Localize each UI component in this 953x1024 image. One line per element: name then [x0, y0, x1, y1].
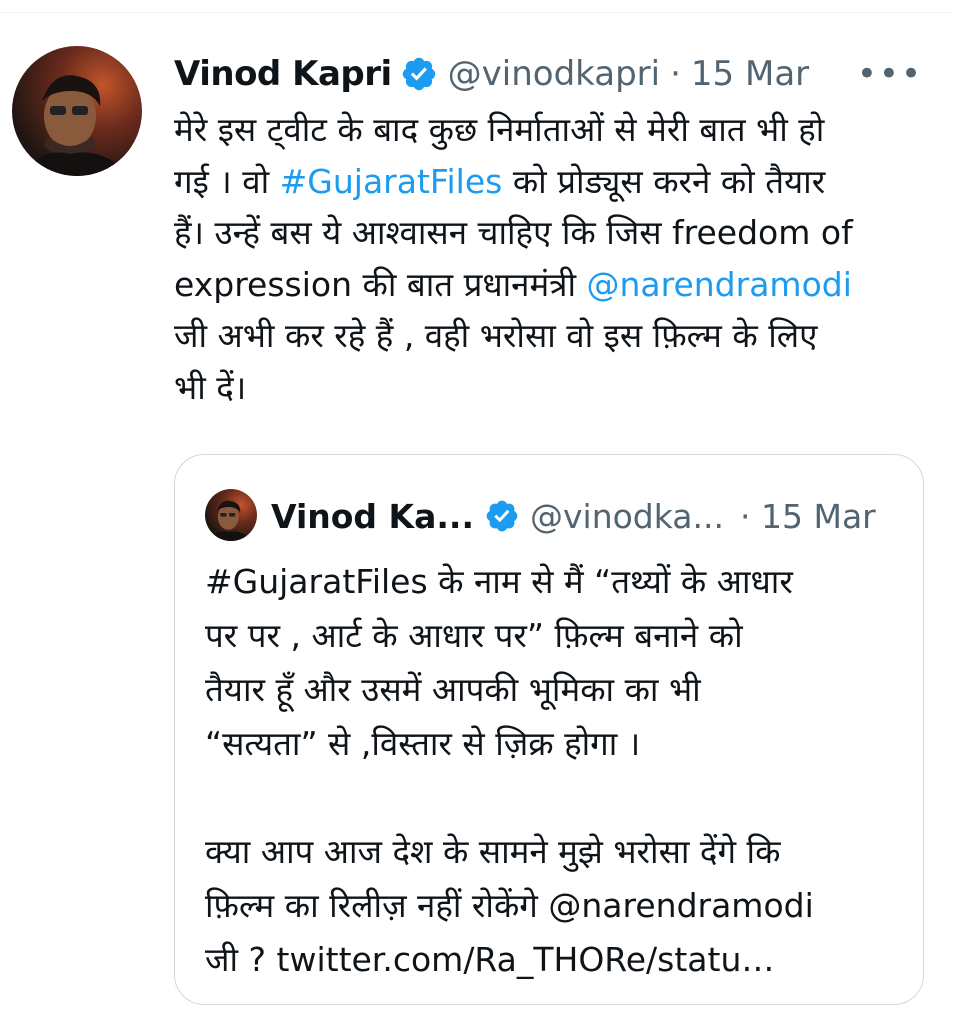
tweet-text-segment: गई । वो — [174, 161, 280, 201]
quoted-author-name[interactable]: Vinod Ka... — [271, 497, 474, 536]
quoted-tweet-text: #GujaratFiles के नाम से मैं “तथ्यों के आ… — [205, 555, 905, 987]
quoted-line: फ़िल्म का रिलीज़ नहीं रोकेंगे @narendram… — [205, 886, 814, 925]
tweet-text-segment: को प्रोड्यूस करने को तैयार — [502, 161, 826, 201]
tweet-line: जी अभी कर रहे हैं , वही भरोसा वो इस फ़िल… — [174, 310, 934, 362]
header-separator: · — [739, 496, 751, 536]
quoted-line: “सत्यता” से ,विस्तार से ज़िक्र होगा । — [205, 724, 641, 763]
tweet-text: मेरे इस ट्वीट के बाद कुछ निर्माताओं से म… — [174, 104, 934, 413]
tweet-line: भी दें। — [174, 362, 934, 414]
quoted-line: क्या आप आज देश के सामने मुझे भरोसा देंगे… — [205, 832, 781, 871]
top-divider — [0, 0, 953, 13]
quoted-tweet-header: Vinod Ka... @vinodka... · 15 Mar — [271, 491, 876, 541]
tweet-line: गई । वो #GujaratFiles को प्रोड्यूस करने … — [174, 156, 934, 208]
author-avatar[interactable] — [12, 46, 142, 176]
tweet-text-segment: मेरे इस ट्वीट के बाद कुछ निर्माताओं से म… — [174, 110, 825, 149]
quoted-line: तैयार हूँ और उसमें आपकी भूमिका का भी — [205, 670, 701, 709]
quoted-line: जी ? twitter.com/Ra_THORe/statu… — [205, 940, 775, 979]
verified-badge-icon — [484, 498, 520, 534]
quoted-line: #GujaratFiles के नाम से मैं “तथ्यों के आ… — [205, 562, 793, 601]
quoted-line: पर पर , आर्ट के आधार पर” फ़िल्म बनाने को — [205, 616, 743, 655]
tweet-text-segment: हैं। उन्हें बस ये आश्वासन चाहिए कि जिस f… — [174, 213, 853, 252]
tweet-line: expression की बात प्रधानमंत्री @narendra… — [174, 259, 934, 311]
tweet-header: Vinod Kapri @vinodkapri · 15 Mar ••• — [174, 50, 953, 98]
verified-badge-icon — [400, 55, 438, 93]
tweet-line: हैं। उन्हें बस ये आश्वासन चाहिए कि जिस f… — [174, 207, 934, 259]
avatar-image — [22, 75, 132, 176]
mention-link[interactable]: @narendramodi — [586, 265, 851, 304]
tweet-line: मेरे इस ट्वीट के बाद कुछ निर्माताओं से म… — [174, 104, 934, 156]
tweet-date[interactable]: 15 Mar — [691, 54, 809, 94]
quoted-date-text: 15 Mar — [760, 496, 876, 536]
author-name[interactable]: Vinod Kapri — [174, 54, 392, 94]
tweet-text-segment: भी दें। — [174, 367, 247, 407]
author-handle[interactable]: @vinodkapri — [448, 54, 660, 94]
header-separator: · — [670, 54, 681, 94]
quoted-author-avatar[interactable] — [205, 489, 257, 541]
quoted-tweet-card[interactable]: Vinod Ka... @vinodka... · 15 Mar #Gujara… — [174, 454, 924, 1005]
quoted-tweet-date[interactable]: · 15 Mar — [740, 497, 876, 536]
quoted-author-handle[interactable]: @vinodka... — [530, 497, 724, 536]
more-options-icon[interactable]: ••• — [857, 50, 923, 98]
avatar-image — [209, 500, 253, 541]
tweet-text-segment: expression की बात प्रधानमंत्री — [174, 264, 587, 304]
tweet-text-segment: जी अभी कर रहे हैं , वही भरोसा वो इस फ़िल… — [174, 316, 818, 355]
hashtag-link[interactable]: #GujaratFiles — [280, 162, 503, 201]
